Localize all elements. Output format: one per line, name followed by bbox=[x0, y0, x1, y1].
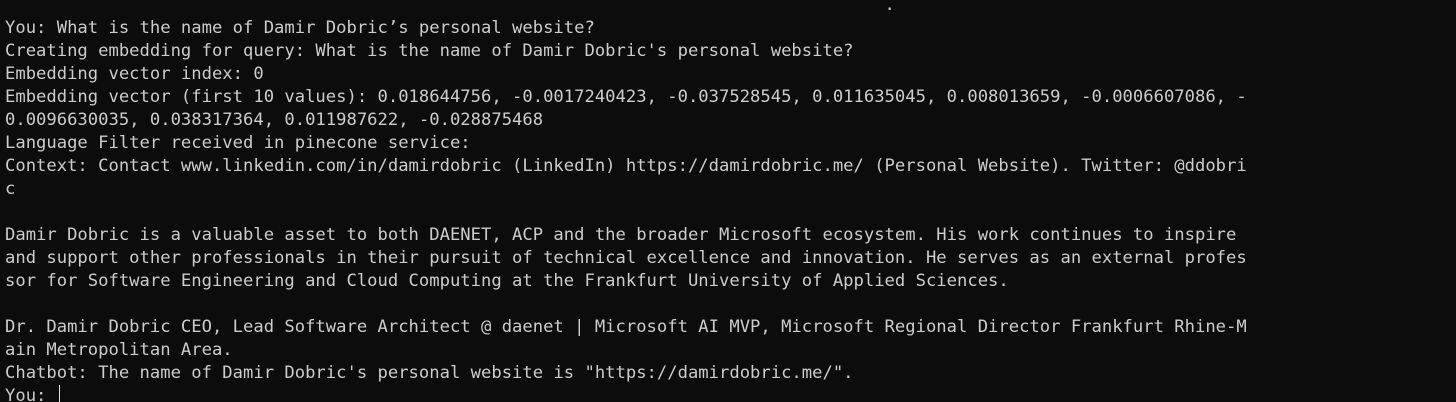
language-filter-line: Language Filter received in pinecone ser… bbox=[5, 133, 471, 153]
input-prompt-line[interactable]: You: bbox=[5, 385, 1247, 402]
terminal-line-clipped-top: . bbox=[5, 0, 895, 15]
embedding-creation-line: Creating embedding for query: What is th… bbox=[5, 41, 854, 61]
embedding-vector-line: Embedding vector (first 10 values): 0.01… bbox=[5, 87, 1247, 107]
embedding-index-line: Embedding vector index: 0 bbox=[5, 64, 264, 84]
context-line: Context: Contact www.linkedin.com/in/dam… bbox=[5, 156, 1247, 176]
terminal-output: . You: What is the name of Damir Dobric’… bbox=[5, 0, 1247, 402]
profile-line-wrap: ain Metropolitan Area. bbox=[5, 340, 233, 360]
user-query-line: You: What is the name of Damir Dobric’s … bbox=[5, 18, 595, 38]
terminal-window[interactable]: . You: What is the name of Damir Dobric’… bbox=[0, 0, 1456, 402]
text-cursor bbox=[58, 385, 61, 402]
context-paragraph-line: Damir Dobric is a valuable asset to both… bbox=[5, 225, 1237, 245]
profile-line: Dr. Damir Dobric CEO, Lead Software Arch… bbox=[5, 317, 1247, 337]
context-paragraph-line: sor for Software Engineering and Cloud C… bbox=[5, 271, 1009, 291]
context-line-wrap: c bbox=[5, 179, 16, 199]
embedding-vector-line-wrap: 0.0096630035, 0.038317364, 0.011987622, … bbox=[5, 110, 544, 130]
context-paragraph-line: and support other professionals in their… bbox=[5, 248, 1247, 268]
chatbot-response-line: Chatbot: The name of Damir Dobric's pers… bbox=[5, 363, 854, 383]
input-prompt-label: You: bbox=[5, 386, 57, 402]
